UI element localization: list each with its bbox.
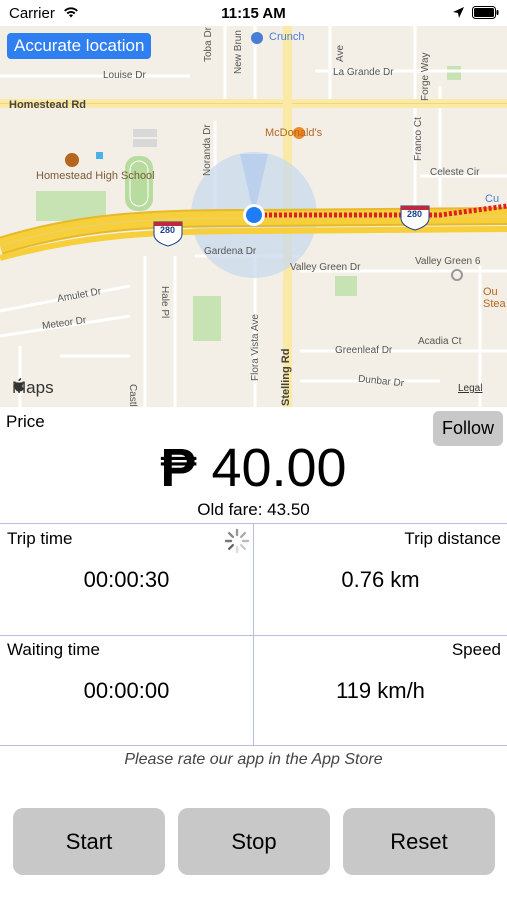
waiting-time-label: Waiting time bbox=[7, 640, 100, 659]
street-forge-label: Forge Way bbox=[420, 52, 431, 101]
map-view[interactable]: Accurate location Crunch Louise Dr La Gr… bbox=[0, 26, 507, 407]
street-franco-label: Franco Ct bbox=[413, 117, 424, 161]
location-arrow-icon bbox=[452, 6, 465, 24]
valley-green-6-label[interactable]: Valley Green 6 bbox=[415, 256, 480, 267]
street-hale-label: Hale Pl bbox=[159, 286, 170, 319]
rate-app-link[interactable]: Please rate our app in the App Store bbox=[0, 751, 507, 769]
street-homestead-label: Homestead Rd bbox=[9, 99, 87, 111]
price-title: Price bbox=[6, 412, 45, 431]
grid-divider-bottom bbox=[0, 745, 507, 746]
waiting-time-value: 00:00:00 bbox=[83, 678, 170, 703]
cu-poi-label[interactable]: Cu bbox=[485, 193, 499, 205]
trip-time-label: Trip time bbox=[7, 529, 73, 548]
street-stelling-label: Stelling Rd bbox=[280, 348, 292, 406]
street-celeste-label: Celeste Cir bbox=[430, 167, 480, 178]
speed-value: 119 km/h bbox=[336, 678, 425, 703]
mcdonalds-poi-label[interactable]: McDonald's bbox=[265, 127, 322, 139]
street-la-grande-label: La Grande Dr bbox=[333, 67, 394, 78]
price-amount: 40.00 bbox=[211, 438, 347, 498]
street-castl-label: Castl bbox=[127, 384, 138, 407]
clock-time: 11:15 AM bbox=[221, 5, 286, 22]
speed-label: Speed bbox=[451, 640, 501, 659]
street-greenleaf-label: Greenleaf Dr bbox=[335, 345, 393, 356]
loading-spinner-icon bbox=[224, 528, 250, 559]
street-noranda-label: Noranda Dr bbox=[202, 124, 213, 176]
legal-link[interactable]: Legal bbox=[458, 383, 482, 394]
grid-divider-vertical bbox=[253, 523, 254, 745]
street-toba-label: Toba Dr bbox=[203, 26, 214, 62]
start-button[interactable]: Start bbox=[13, 808, 165, 875]
price-value: ₱ 40.00 bbox=[0, 437, 507, 499]
battery-icon bbox=[472, 6, 500, 24]
trip-time-value: 00:00:30 bbox=[83, 567, 170, 592]
homestead-school-label[interactable]: Homestead High School bbox=[36, 170, 155, 182]
street-acadia-label: Acadia Ct bbox=[418, 336, 462, 347]
street-louise-label: Louise Dr bbox=[103, 70, 146, 81]
currency-symbol: ₱ bbox=[160, 438, 197, 498]
trip-distance-value: 0.76 km bbox=[341, 567, 420, 592]
accurate-location-button[interactable]: Accurate location bbox=[7, 33, 152, 59]
reset-button[interactable]: Reset bbox=[343, 808, 495, 875]
ou-stea-poi-label[interactable]: Ou Stea bbox=[483, 286, 507, 310]
status-bar: Carrier 11:15 AM bbox=[0, 0, 507, 26]
hwy-280-shield-right: 280 bbox=[407, 209, 423, 219]
old-fare-label: Old fare: 43.50 bbox=[197, 500, 310, 519]
apple-icon bbox=[14, 378, 24, 392]
street-gardena-label: Gardena Dr bbox=[204, 246, 257, 257]
trip-distance-label: Trip distance bbox=[404, 529, 501, 548]
apple-maps-logo: Maps bbox=[12, 378, 54, 398]
street-ave-label: Ave bbox=[335, 44, 346, 62]
hwy-280-shield-left: 280 bbox=[160, 225, 176, 235]
crunch-poi-label[interactable]: Crunch bbox=[269, 31, 304, 43]
street-flora-vista-label: Flora Vista Ave bbox=[250, 314, 261, 381]
stop-button[interactable]: Stop bbox=[178, 808, 330, 875]
street-new-brun-label: New Brun bbox=[233, 30, 244, 74]
street-valley-green-label: Valley Green Dr bbox=[290, 262, 361, 273]
